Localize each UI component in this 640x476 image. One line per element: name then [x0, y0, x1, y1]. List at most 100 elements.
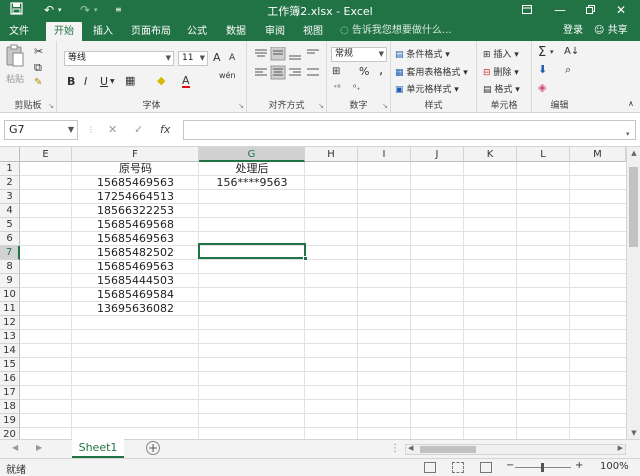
- sheet-tab-sheet1[interactable]: Sheet1: [72, 439, 124, 458]
- alignment-icons[interactable]: [253, 47, 321, 97]
- tab-page-layout[interactable]: 页面布局: [128, 22, 174, 41]
- font-size-combo[interactable]: 11 ▼: [178, 51, 208, 66]
- insert-cells-button[interactable]: ⊞ 插入 ▾: [483, 47, 519, 60]
- add-sheet-button[interactable]: +: [146, 441, 160, 455]
- next-sheet-icon[interactable]: ▶: [36, 443, 42, 452]
- scroll-left-icon[interactable]: ◀: [408, 444, 413, 452]
- shrink-font-button[interactable]: A: [229, 53, 235, 63]
- row-header-17[interactable]: 17: [0, 386, 20, 400]
- scroll-up-icon[interactable]: ▲: [627, 149, 640, 157]
- column-header-h[interactable]: H: [305, 147, 358, 162]
- row-header-9[interactable]: 9: [0, 274, 20, 288]
- font-color-button[interactable]: A: [182, 75, 190, 88]
- zoom-in-button[interactable]: +: [575, 460, 583, 471]
- tab-file[interactable]: 文件: [4, 22, 34, 41]
- cancel-entry-icon[interactable]: ✕: [108, 121, 117, 139]
- cell-f3[interactable]: 17254664513: [72, 190, 199, 204]
- tab-view[interactable]: 视图: [298, 22, 328, 41]
- zoom-level[interactable]: 100%: [600, 461, 629, 472]
- delete-cells-button[interactable]: ⊟ 删除 ▾: [483, 65, 519, 78]
- previous-sheet-icon[interactable]: ◀: [12, 443, 18, 452]
- zoom-slider-thumb[interactable]: [541, 463, 544, 472]
- page-layout-view-icon[interactable]: [452, 462, 464, 473]
- decrease-decimal-icon[interactable]: ⁰₊: [353, 83, 360, 92]
- row-header-14[interactable]: 14: [0, 344, 20, 358]
- cell-g2[interactable]: 156****9563: [199, 176, 305, 190]
- horizontal-scroll-thumb[interactable]: [420, 446, 476, 453]
- chevron-down-icon[interactable]: ▼: [110, 78, 115, 85]
- autosum-button[interactable]: Σ: [538, 45, 546, 60]
- close-icon[interactable]: ✕: [610, 1, 632, 19]
- cell-f7[interactable]: 15685482502: [72, 246, 199, 260]
- row-header-15[interactable]: 15: [0, 358, 20, 372]
- copy-icon[interactable]: ⧉: [34, 61, 42, 75]
- borders-icon[interactable]: ▦: [125, 74, 135, 87]
- cell-f6[interactable]: 15685469563: [72, 232, 199, 246]
- insert-function-icon[interactable]: fx: [160, 121, 170, 139]
- tab-formulas[interactable]: 公式: [182, 22, 212, 41]
- minimize-icon[interactable]: —: [549, 1, 571, 19]
- share-button[interactable]: ☺ 共享: [594, 22, 628, 40]
- italic-button[interactable]: I: [84, 75, 87, 88]
- tab-review[interactable]: 审阅: [260, 22, 290, 41]
- underline-button[interactable]: U: [100, 75, 108, 88]
- row-header-1[interactable]: 1: [0, 162, 20, 176]
- enter-entry-icon[interactable]: ✓: [134, 121, 143, 139]
- tab-insert[interactable]: 插入: [88, 22, 118, 41]
- cell-f1[interactable]: 原号码: [72, 162, 199, 176]
- number-format-combo[interactable]: 常规 ▼: [331, 47, 387, 62]
- row-header-4[interactable]: 4: [0, 204, 20, 218]
- format-painter-icon[interactable]: ✎: [34, 77, 42, 88]
- cell-f2[interactable]: 15685469563: [72, 176, 199, 190]
- cell-f9[interactable]: 15685444503: [72, 274, 199, 288]
- vertical-scrollbar[interactable]: ▲ ▼: [626, 147, 640, 439]
- row-header-10[interactable]: 10: [0, 288, 20, 302]
- active-cell-g7[interactable]: [198, 243, 308, 261]
- cell-f11[interactable]: 13695636082: [72, 302, 199, 316]
- cut-icon[interactable]: ✂: [34, 45, 43, 58]
- row-header-2[interactable]: 2: [0, 176, 20, 190]
- increase-decimal-icon[interactable]: ⁺⁰: [333, 83, 340, 92]
- sign-in-link[interactable]: 登录: [563, 22, 583, 40]
- clipboard-launcher-icon[interactable]: ↘: [48, 102, 54, 110]
- row-header-19[interactable]: 19: [0, 414, 20, 428]
- font-launcher-icon[interactable]: ↘: [238, 102, 244, 110]
- alignment-launcher-icon[interactable]: ↘: [318, 102, 324, 110]
- formula-input[interactable]: [183, 120, 636, 140]
- row-header-16[interactable]: 16: [0, 372, 20, 386]
- normal-view-icon[interactable]: [424, 462, 436, 473]
- tab-split-icon[interactable]: ⋮: [390, 443, 400, 454]
- cell-f10[interactable]: 15685469584: [72, 288, 199, 302]
- chevron-down-icon[interactable]: ▾: [550, 48, 554, 56]
- expand-formula-bar-icon[interactable]: ▾: [626, 125, 630, 143]
- clear-icon[interactable]: ◈: [538, 81, 546, 94]
- row-header-6[interactable]: 6: [0, 232, 20, 246]
- zoom-out-button[interactable]: −: [506, 460, 514, 471]
- row-header-8[interactable]: 8: [0, 260, 20, 274]
- row-header-20[interactable]: 20: [0, 428, 20, 439]
- phonetic-guide-button[interactable]: wén: [219, 71, 236, 80]
- row-header-11[interactable]: 11: [0, 302, 20, 316]
- select-all-corner[interactable]: [0, 147, 20, 162]
- tell-me-search[interactable]: ◌ 告诉我您想要做什么...: [340, 22, 451, 40]
- row-header-13[interactable]: 13: [0, 330, 20, 344]
- collapse-ribbon-icon[interactable]: ∧: [628, 99, 634, 108]
- cell-f8[interactable]: 15685469563: [72, 260, 199, 274]
- cell-f4[interactable]: 18566322253: [72, 204, 199, 218]
- format-as-table-button[interactable]: ▦ 套用表格格式 ▾: [395, 65, 468, 78]
- cell-g1[interactable]: 处理后: [199, 162, 305, 176]
- find-select-icon[interactable]: ⌕: [565, 63, 571, 77]
- paste-button[interactable]: 粘贴: [6, 72, 24, 85]
- name-box[interactable]: G7 ▼: [4, 120, 78, 140]
- tab-data[interactable]: 数据: [221, 22, 251, 41]
- row-header-5[interactable]: 5: [0, 218, 20, 232]
- fill-icon[interactable]: ⬇: [538, 63, 547, 76]
- paste-icon[interactable]: [5, 44, 25, 70]
- row-header-7[interactable]: 7: [0, 246, 20, 260]
- cell-f5[interactable]: 15685469568: [72, 218, 199, 232]
- worksheet-grid[interactable]: E F G H I J K L M 1 2 3 4 5 6 7 8 9 10 11 12 13 14 15 1…: [0, 147, 640, 439]
- restore-icon[interactable]: [579, 1, 601, 19]
- column-header-m[interactable]: M: [570, 147, 626, 162]
- format-cells-button[interactable]: ▤ 格式 ▾: [483, 82, 520, 95]
- column-header-f[interactable]: F: [72, 147, 199, 162]
